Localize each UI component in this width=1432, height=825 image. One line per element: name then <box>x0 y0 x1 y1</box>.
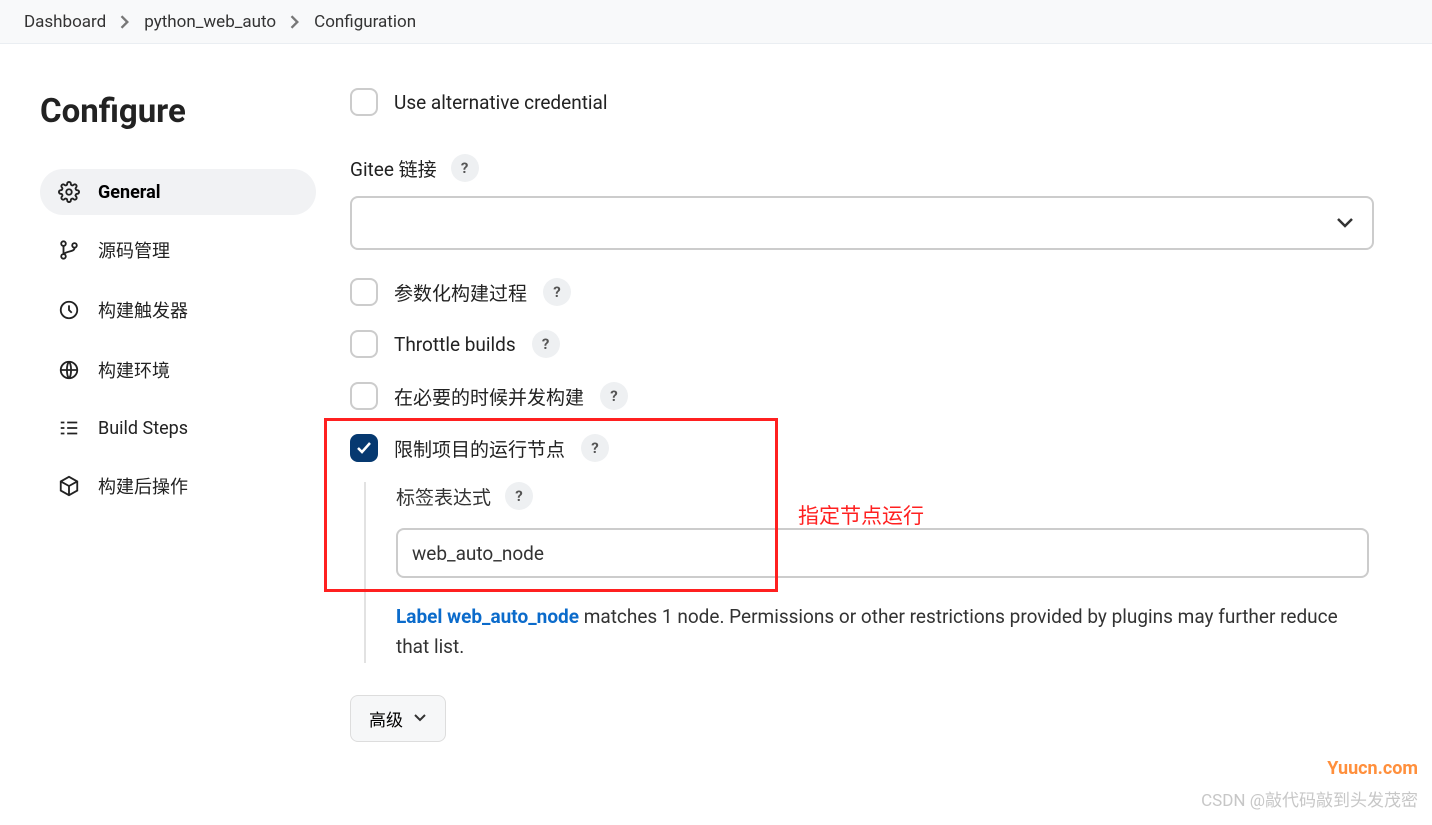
advanced-button-label: 高级 <box>369 706 403 731</box>
throttle-checkbox[interactable] <box>350 330 378 358</box>
label-match-hint: Label web_auto_node matches 1 node. Perm… <box>396 602 1356 663</box>
branch-icon <box>58 239 80 261</box>
concurrent-label: 在必要的时候并发构建 <box>394 383 584 410</box>
sidenav-triggers[interactable]: 构建触发器 <box>40 285 316 335</box>
chevron-right-icon <box>120 15 130 29</box>
help-icon[interactable]: ? <box>581 434 609 462</box>
steps-icon <box>58 417 80 439</box>
sidenav-label: General <box>98 182 161 203</box>
sidenav-environment[interactable]: 构建环境 <box>40 345 316 395</box>
chevron-right-icon <box>290 15 300 29</box>
form-area: Use alternative credential Gitee 链接 ? 参数… <box>340 44 1432 742</box>
breadcrumb-project[interactable]: python_web_auto <box>144 12 276 32</box>
help-icon[interactable]: ? <box>532 330 560 358</box>
sidenav-label: 构建后操作 <box>98 473 188 499</box>
restrict-node-checkbox[interactable] <box>350 434 378 462</box>
gitee-link-label: Gitee 链接 <box>350 155 437 182</box>
sidenav-source[interactable]: 源码管理 <box>40 225 316 275</box>
restrict-node-label: 限制项目的运行节点 <box>394 435 565 462</box>
alt-credential-checkbox[interactable] <box>350 88 378 116</box>
alt-credential-label: Use alternative credential <box>394 91 608 114</box>
sidenav-label: 源码管理 <box>98 237 170 263</box>
sidenav-post-build[interactable]: 构建后操作 <box>40 461 316 511</box>
param-build-label: 参数化构建过程 <box>394 279 527 306</box>
label-link[interactable]: Label web_auto_node <box>396 605 579 628</box>
sidenav-label: 构建触发器 <box>98 297 188 323</box>
sidenav-build-steps[interactable]: Build Steps <box>40 405 316 451</box>
breadcrumb-dashboard[interactable]: Dashboard <box>24 12 106 32</box>
gear-icon <box>58 181 80 203</box>
clock-icon <box>58 299 80 321</box>
chevron-down-icon <box>413 708 427 728</box>
label-expression-label: 标签表达式 <box>396 483 491 510</box>
sidenav-label: Build Steps <box>98 418 188 439</box>
globe-icon <box>58 359 80 381</box>
annotation-text: 指定节点运行 <box>798 500 924 530</box>
breadcrumb: Dashboard python_web_auto Configuration <box>0 0 1432 44</box>
watermark-yuucn: Yuucn.com <box>1327 758 1418 779</box>
sidenav-general[interactable]: General <box>40 169 316 215</box>
help-icon[interactable]: ? <box>543 278 571 306</box>
param-build-checkbox[interactable] <box>350 278 378 306</box>
throttle-label: Throttle builds <box>394 333 516 356</box>
package-icon <box>58 475 80 497</box>
help-icon[interactable]: ? <box>451 154 479 182</box>
advanced-button[interactable]: 高级 <box>350 695 446 742</box>
help-icon[interactable]: ? <box>505 482 533 510</box>
breadcrumb-configuration[interactable]: Configuration <box>314 12 416 32</box>
sidenav-label: 构建环境 <box>98 357 170 383</box>
page-title: Configure <box>40 92 316 131</box>
watermark-csdn: CSDN @敲代码敲到头发茂密 <box>1201 786 1418 811</box>
concurrent-checkbox[interactable] <box>350 382 378 410</box>
label-expression-input[interactable] <box>396 528 1369 578</box>
help-icon[interactable]: ? <box>600 382 628 410</box>
sidenav: General 源码管理 构建触发器 构建环境 <box>40 169 316 511</box>
gitee-link-select[interactable] <box>350 196 1374 250</box>
chevron-down-icon <box>1336 214 1354 233</box>
